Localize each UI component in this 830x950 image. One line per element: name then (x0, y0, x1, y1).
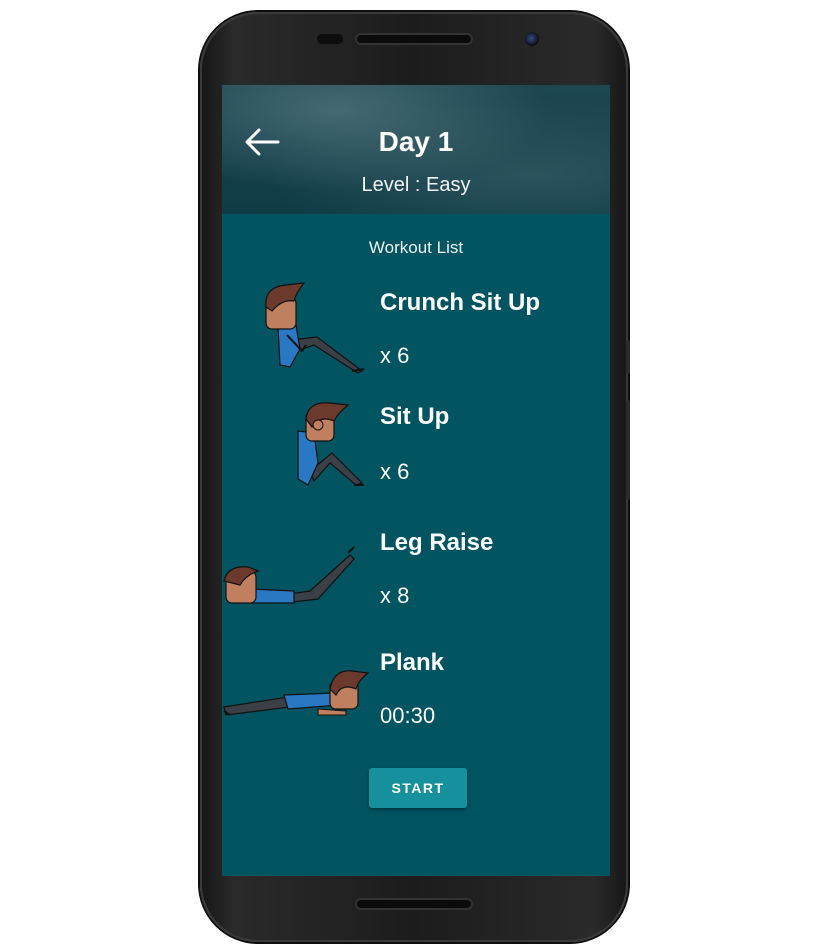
exercise-reps: x 6 (380, 459, 410, 484)
exercise-name: Plank (380, 649, 445, 676)
power-button (626, 340, 630, 374)
list-item[interactable]: Crunch Sit Up x 6 (222, 277, 610, 387)
list-item[interactable]: Plank 00:30 (222, 649, 610, 761)
front-camera (525, 32, 539, 46)
sit-up-figure (297, 402, 364, 486)
header: Day 1 Level : Easy (222, 85, 610, 214)
app-screen: Day 1 Level : Easy Workout List Crunch S… (222, 85, 610, 876)
exercise-name: Leg Raise (380, 529, 494, 556)
volume-button (626, 400, 630, 500)
exercise-reps: 00:30 (380, 703, 436, 728)
exercise-name: Crunch Sit Up (380, 289, 540, 316)
top-speaker (355, 33, 473, 45)
list-item[interactable]: Sit Up x 6 (222, 397, 610, 507)
list-item[interactable]: Leg Raise x 8 (222, 525, 610, 635)
bottom-speaker (355, 898, 473, 910)
leg-raise-figure (223, 546, 355, 604)
proximity-sensor (317, 34, 343, 44)
exercise-name: Sit Up (380, 403, 450, 430)
exercise-reps: x 6 (380, 343, 410, 368)
exercise-reps: x 8 (380, 583, 410, 608)
start-button[interactable]: START (369, 768, 467, 808)
plank-figure (223, 670, 370, 716)
crunch-sit-up-figure (265, 282, 365, 374)
workout-list-title: Workout List (368, 238, 464, 257)
level-label: Level : Easy (361, 174, 471, 196)
page-title: Day 1 (378, 126, 454, 157)
